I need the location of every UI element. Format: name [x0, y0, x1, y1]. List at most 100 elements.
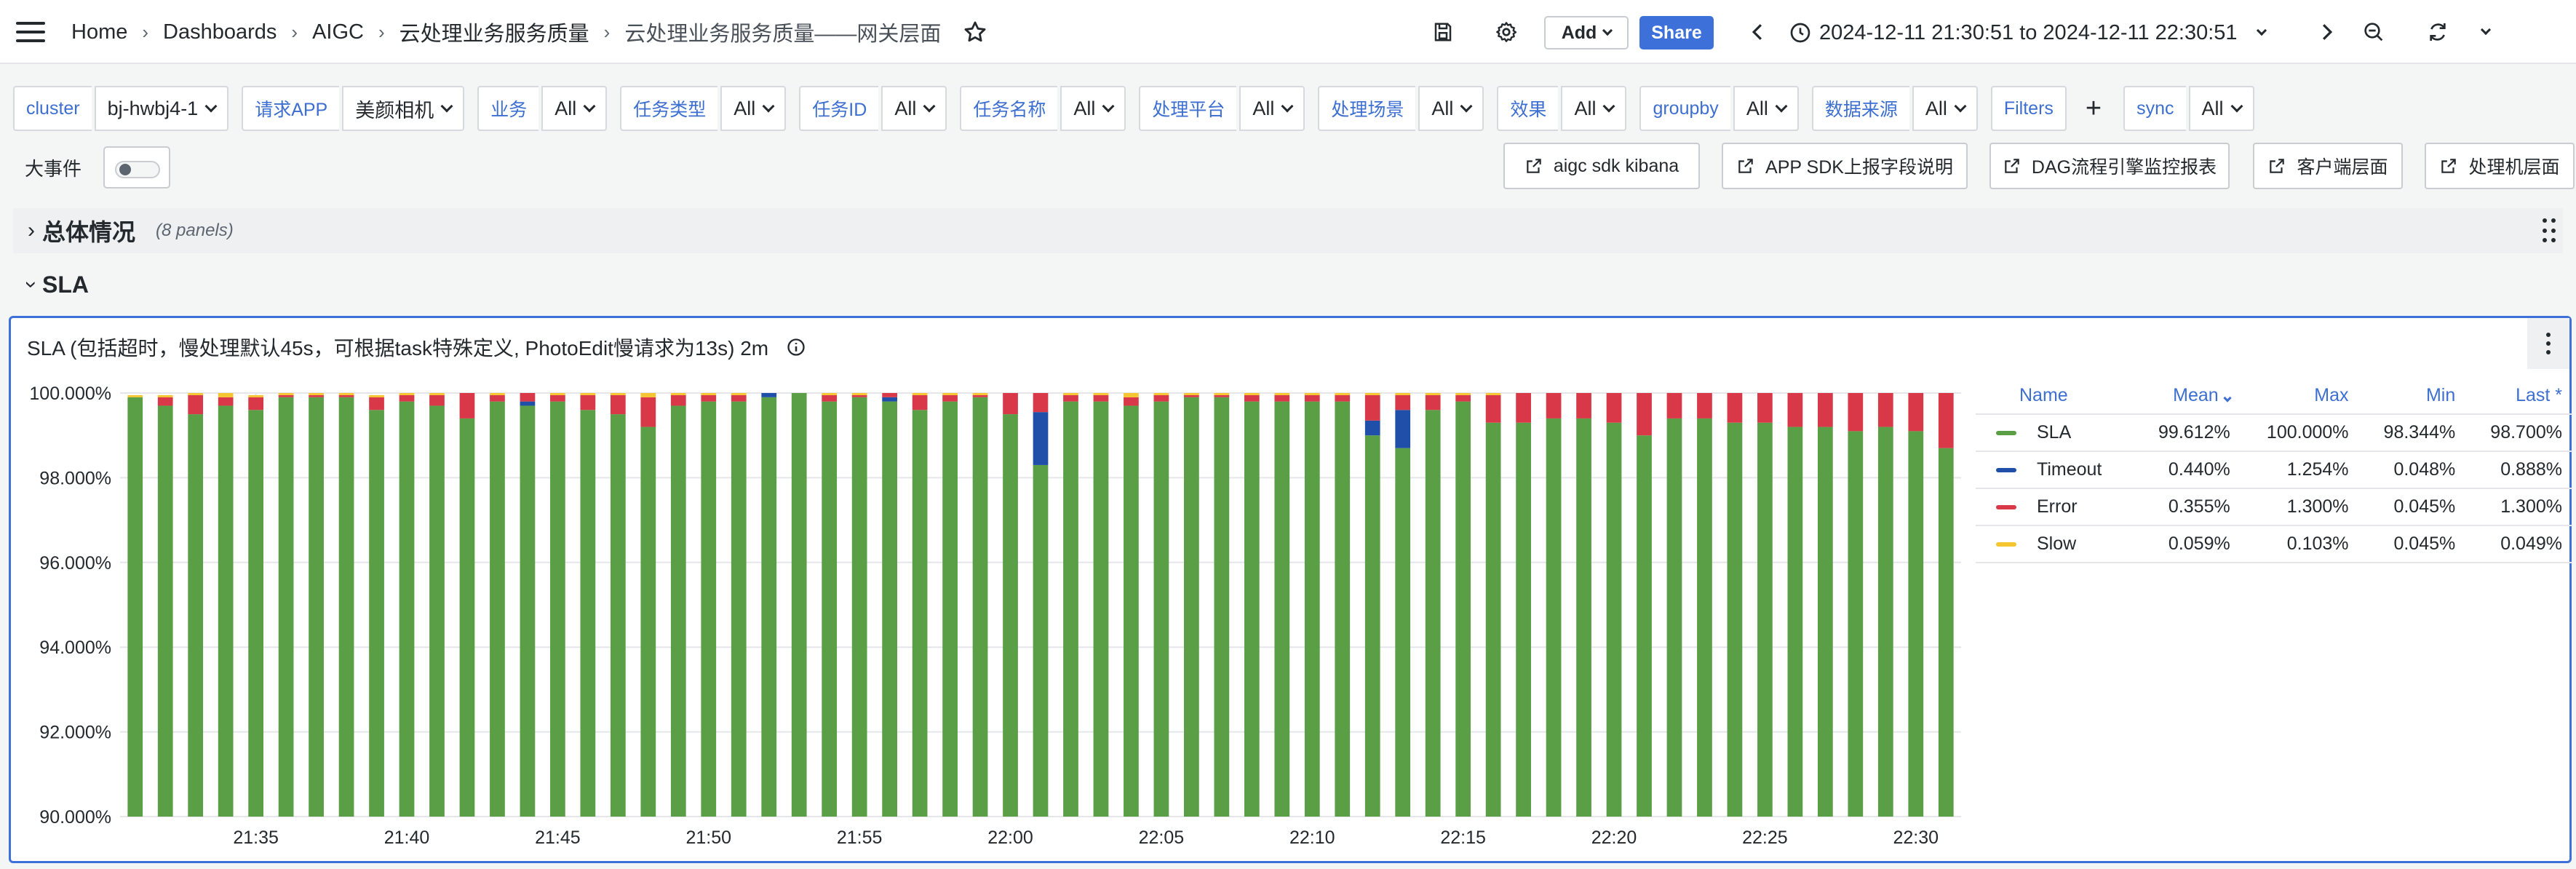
variable-select[interactable]: All [1239, 86, 1305, 131]
chevron-left-icon[interactable] [1743, 17, 1772, 47]
chevron-down-icon [2256, 25, 2267, 36]
variable-select[interactable]: 美颜相机 [342, 86, 465, 131]
bar-sla [278, 397, 294, 817]
variable-task-id[interactable]: 任务ID All [799, 86, 947, 131]
variable-platform[interactable]: 处理平台 All [1139, 86, 1305, 131]
refresh-interval-chevron-icon[interactable] [2471, 17, 2500, 47]
variable-value: 美颜相机 [355, 99, 434, 122]
legend-header-min[interactable]: Min [2358, 378, 2466, 415]
link-client-layer[interactable]: 客户端层面 [2253, 143, 2403, 189]
sla-panel[interactable]: SLA (包括超时，慢处理默认45s，可根据task特殊定义, PhotoEdi… [9, 316, 2572, 863]
events-toggle[interactable] [103, 146, 171, 189]
variable-data-source[interactable]: 数据来源 All [1811, 86, 1978, 131]
variable-select[interactable]: bj-hwbj4-1 [94, 86, 229, 131]
link-app-sdk-fields[interactable]: APP SDK上报字段说明 [1722, 143, 1968, 189]
panel-menu-icon[interactable] [2527, 318, 2569, 369]
variable-app[interactable]: 请求APP 美颜相机 [242, 86, 465, 131]
variable-select[interactable]: All [1060, 86, 1126, 131]
variable-select[interactable]: All [720, 86, 787, 131]
variable-cluster[interactable]: cluster bj-hwbj4-1 [13, 86, 229, 131]
variable-sync[interactable]: sync All [2123, 86, 2254, 131]
legend-cell-mean: 0.059% [2134, 525, 2241, 563]
chevron-right-icon[interactable] [2313, 17, 2342, 47]
bar-slow [1093, 393, 1109, 395]
variable-select[interactable]: All [1418, 86, 1484, 131]
bar-slow [550, 393, 565, 395]
variable-groupby[interactable]: groupby All [1639, 86, 1799, 131]
legend-series-name: SLA [2037, 422, 2072, 443]
variable-select[interactable]: All [541, 86, 608, 131]
breadcrumb-folder[interactable]: AIGC [312, 20, 364, 44]
variable-select[interactable]: All [1912, 86, 1978, 131]
legend-table: Name Mean Max Min Last * SLA 99.612% 100.0… [1976, 378, 2572, 563]
time-range-picker[interactable]: 2024-12-11 21:30:51 to 2024-12-11 22:30:… [1789, 16, 2267, 49]
bar-sla [1335, 401, 1351, 817]
bar-sla [459, 418, 475, 817]
bar-error [972, 394, 988, 397]
bar-sla [1485, 422, 1501, 817]
filters-button[interactable]: Filters [1990, 86, 2067, 131]
drag-handle-icon[interactable] [2543, 218, 2556, 245]
breadcrumb-dashboards[interactable]: Dashboards [163, 20, 277, 44]
bar-slow [429, 393, 445, 395]
legend-header-name[interactable]: Name [1976, 378, 2134, 415]
page-title: 云处理业务服务质量——网关层面 [624, 23, 942, 46]
link-aigc-sdk-kibana[interactable]: aigc sdk kibana [1503, 143, 1700, 189]
legend-header-mean[interactable]: Mean [2134, 378, 2241, 415]
chevron-down-icon [2230, 100, 2243, 113]
link-processor-layer[interactable]: 处理机层面 [2425, 143, 2575, 189]
chevron-down-icon [762, 100, 775, 113]
chevron-down-icon: › [20, 281, 44, 288]
bar-slow [912, 393, 928, 395]
breadcrumb-parent[interactable]: 云处理业务服务质量 [399, 17, 589, 47]
variable-select[interactable]: All [1733, 86, 1799, 131]
breadcrumb-separator: › [603, 20, 611, 43]
menu-icon[interactable] [16, 22, 45, 42]
refresh-icon[interactable] [2423, 17, 2452, 47]
link-dag-engine-report[interactable]: DAG流程引擎监控报表 [1989, 143, 2230, 189]
add-filter-icon[interactable]: + [2086, 95, 2102, 122]
bar-error [822, 394, 838, 402]
row-sla[interactable]: › SLA [13, 265, 2563, 304]
variable-task-name[interactable]: 任务名称 All [960, 86, 1126, 131]
bar-sla [1455, 401, 1471, 817]
x-tick-label: 21:55 [837, 828, 883, 848]
x-tick-label: 22:15 [1440, 828, 1486, 848]
bar-sla [1274, 401, 1290, 817]
legend-header-max[interactable]: Max [2240, 378, 2359, 415]
variable-select[interactable]: All [1561, 86, 1627, 131]
save-icon[interactable] [1428, 17, 1458, 47]
legend-row[interactable]: Error 0.355% 1.300% 0.045% 1.300% [1976, 488, 2572, 526]
top-navbar: Home › Dashboards › AIGC › 云处理业务服务质量 › 云… [0, 0, 2576, 64]
variable-select[interactable]: All [2188, 86, 2254, 131]
bar-error [1455, 394, 1471, 402]
zoom-out-icon[interactable] [2359, 17, 2388, 47]
variable-label: 效果 [1497, 86, 1559, 131]
filters-label[interactable]: Filters [1990, 86, 2067, 131]
legend-row[interactable]: Slow 0.059% 0.103% 0.045% 0.049% [1976, 525, 2572, 563]
share-button[interactable]: Share [1639, 16, 1714, 49]
legend-header-last[interactable]: Last * [2465, 378, 2572, 415]
legend-row[interactable]: SLA 99.612% 100.000% 98.344% 98.700% [1976, 414, 2572, 452]
x-tick-label: 22:20 [1591, 828, 1637, 848]
row-overview[interactable]: › 总体情况 (8 panels) [13, 208, 2563, 253]
chevron-down-icon [440, 100, 453, 113]
variable-scene[interactable]: 处理场景 All [1318, 86, 1484, 131]
variable-effect[interactable]: 效果 All [1497, 86, 1627, 131]
chart-legend: Name Mean Max Min Last * SLA 99.612% 100.0… [1976, 378, 2572, 563]
bar-sla [1877, 426, 1893, 817]
star-icon[interactable] [963, 20, 987, 44]
bar-error [520, 393, 536, 402]
bar-error [1606, 393, 1622, 423]
legend-cell-mean: 0.440% [2134, 451, 2241, 489]
add-button[interactable]: Add [1544, 16, 1629, 49]
variable-task-type[interactable]: 任务类型 All [620, 86, 787, 131]
breadcrumb-home[interactable]: Home [71, 20, 127, 44]
gear-icon[interactable] [1492, 17, 1521, 47]
legend-row[interactable]: Timeout 0.440% 1.254% 0.048% 0.888% [1976, 451, 2572, 489]
bar-sla [1576, 418, 1591, 817]
variable-business[interactable]: 业务 All [477, 86, 608, 131]
bar-error [1637, 393, 1652, 436]
variable-select[interactable]: All [881, 86, 947, 131]
x-tick-label: 22:30 [1893, 828, 1939, 848]
